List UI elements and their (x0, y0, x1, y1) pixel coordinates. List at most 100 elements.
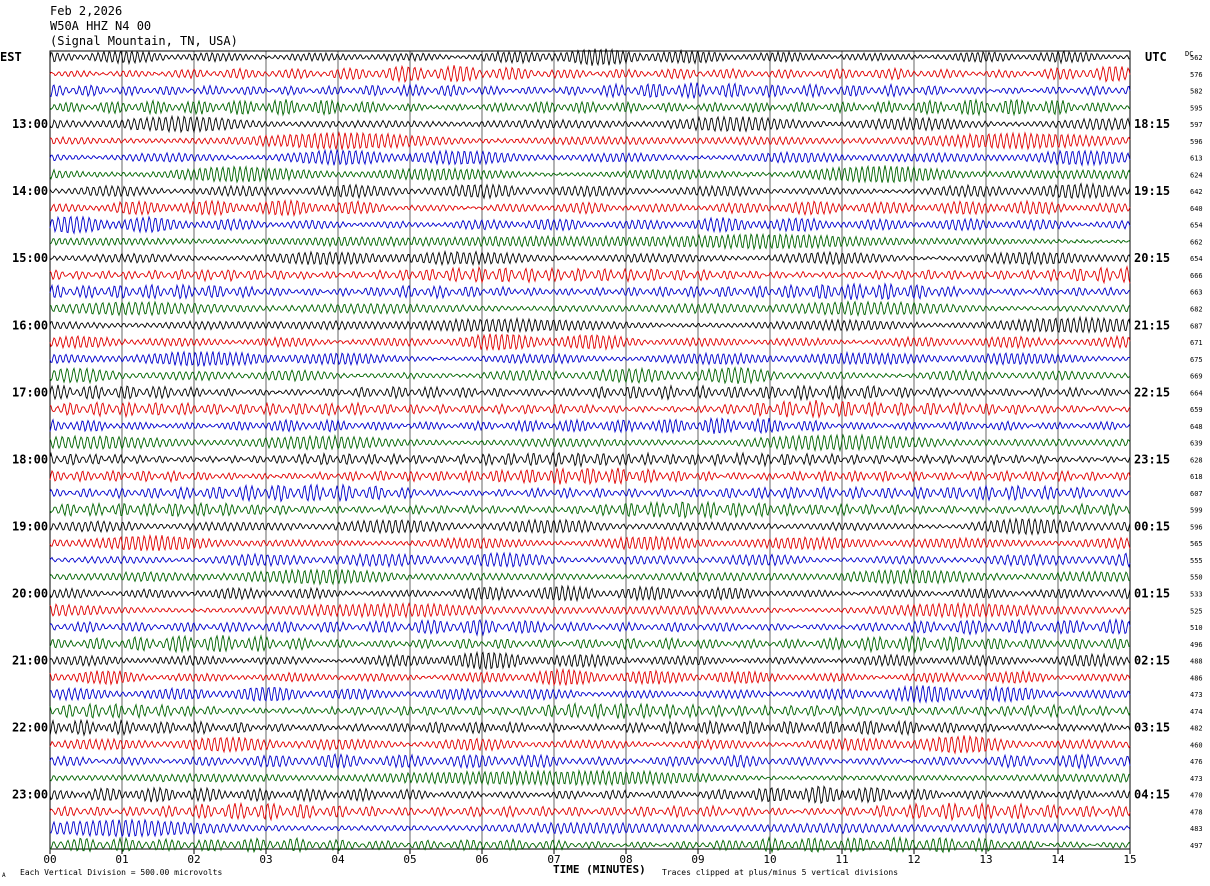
dc-offset-label: 576 (1190, 71, 1203, 79)
dc-offset-label: 607 (1190, 490, 1203, 498)
seismic-trace (49, 601, 1131, 619)
seismic-trace (49, 215, 1131, 235)
dc-offset-label: 628 (1190, 456, 1203, 464)
seismic-trace (49, 500, 1131, 520)
x-tick-label: 05 (403, 853, 416, 866)
dc-offset-label: 482 (1190, 725, 1203, 733)
x-tick-label: 11 (835, 853, 848, 866)
seismic-trace (49, 114, 1131, 134)
dc-offset-label: 478 (1190, 808, 1203, 816)
x-tick-label: 01 (115, 853, 128, 866)
dc-offset-label: 663 (1190, 289, 1203, 297)
seismic-trace (49, 64, 1131, 83)
x-tick-label: 12 (907, 853, 920, 866)
dc-offset-label: 473 (1190, 691, 1203, 699)
right-hour-label: 18:15 (1134, 117, 1170, 131)
dc-offset-label: 474 (1190, 708, 1203, 716)
x-tick-label: 04 (331, 853, 345, 866)
dc-offset-label: 671 (1190, 339, 1203, 347)
seismic-trace (49, 835, 1131, 854)
seismic-trace (49, 232, 1131, 251)
seismic-trace (49, 467, 1131, 486)
dc-offset-label: 565 (1190, 540, 1203, 548)
dc-offset-label: 659 (1190, 406, 1203, 414)
dc-offset-label: 682 (1190, 305, 1203, 313)
seismic-trace (49, 399, 1131, 419)
seismic-trace (49, 98, 1131, 117)
seismic-trace (49, 734, 1131, 755)
x-tick-label: 06 (475, 853, 488, 866)
dc-offset-label: 533 (1190, 591, 1203, 599)
seismic-trace (49, 701, 1131, 720)
dc-offset-label: 613 (1190, 155, 1203, 163)
left-hour-label: 13:00 (12, 117, 48, 131)
dc-offset-label: 550 (1190, 574, 1203, 582)
seismic-trace (49, 148, 1131, 167)
dc-offset-label: 639 (1190, 440, 1203, 448)
corner-mark: A (2, 872, 6, 879)
seismic-trace (49, 650, 1131, 671)
left-hour-label: 21:00 (12, 654, 48, 668)
seismic-trace (49, 634, 1131, 654)
right-hour-label: 01:15 (1134, 587, 1170, 601)
seismic-trace (49, 333, 1131, 352)
dc-offset-label: 640 (1190, 205, 1203, 213)
dc-offset-label: 669 (1190, 373, 1203, 381)
seismic-trace (49, 182, 1131, 200)
seismic-trace (49, 718, 1131, 737)
x-tick-label: 09 (691, 853, 704, 866)
seismic-trace (49, 785, 1131, 805)
seismic-trace (49, 567, 1131, 586)
x-tick-label: 13 (979, 853, 992, 866)
dc-offset-label: 555 (1190, 557, 1203, 565)
seismic-trace (49, 82, 1131, 100)
dc-offset-label: 642 (1190, 188, 1203, 196)
seismic-trace (49, 198, 1131, 217)
dc-offset-label: 496 (1190, 641, 1203, 649)
dc-offset-label: 675 (1190, 356, 1203, 364)
dc-offset-label: 654 (1190, 255, 1203, 263)
seismic-trace (49, 350, 1131, 367)
seismic-trace (49, 131, 1131, 151)
dc-offset-label: 618 (1190, 473, 1203, 481)
right-hour-label: 04:15 (1134, 788, 1170, 802)
seismic-trace (49, 483, 1131, 503)
seismic-trace (49, 416, 1131, 435)
dc-offset-label: 497 (1190, 842, 1203, 850)
dc-offset-label: 624 (1190, 171, 1203, 179)
seismic-trace (49, 282, 1131, 301)
left-hour-label: 15:00 (12, 251, 48, 265)
left-hour-label: 19:00 (12, 519, 48, 533)
seismogram-plot: 00 01 02 03 04 05 06 07 08 09 10 11 12 13 14 1556257658… (12, 48, 1203, 866)
dc-offset-label: 473 (1190, 775, 1203, 783)
seismic-trace (49, 451, 1131, 468)
dc-offset-label: 664 (1190, 389, 1203, 397)
dc-offset-label: 599 (1190, 507, 1203, 515)
dc-offset-label: 460 (1190, 741, 1203, 749)
x-tick-label: 00 (43, 853, 56, 866)
seismic-trace (49, 433, 1131, 453)
right-hour-label: 02:15 (1134, 654, 1170, 668)
x-axis-title: TIME (MINUTES) (553, 863, 646, 876)
dc-offset-label: 476 (1190, 758, 1203, 766)
x-tick-label: 10 (763, 853, 776, 866)
dc-offset-label: 662 (1190, 238, 1203, 246)
seismic-trace (49, 769, 1131, 787)
left-hour-label: 18:00 (12, 452, 48, 466)
right-hour-label: 00:15 (1134, 519, 1170, 533)
left-hour-label: 17:00 (12, 385, 48, 399)
left-hour-label: 20:00 (12, 587, 48, 601)
dc-offset-label: 510 (1190, 624, 1203, 632)
seismic-trace (49, 818, 1131, 838)
dc-offset-label: 654 (1190, 222, 1203, 230)
dc-offset-label: 486 (1190, 674, 1203, 682)
seismic-trace (49, 164, 1131, 184)
seismic-trace (49, 618, 1131, 637)
seismic-trace (49, 315, 1131, 334)
right-hour-label: 23:15 (1134, 452, 1170, 466)
left-hour-label: 23:00 (12, 788, 48, 802)
dc-offset-label: 597 (1190, 121, 1203, 129)
dc-offset-label: 596 (1190, 523, 1203, 531)
division-note: Each Vertical Division = 500.00 microvol… (20, 868, 223, 877)
right-hour-label: 03:15 (1134, 721, 1170, 735)
